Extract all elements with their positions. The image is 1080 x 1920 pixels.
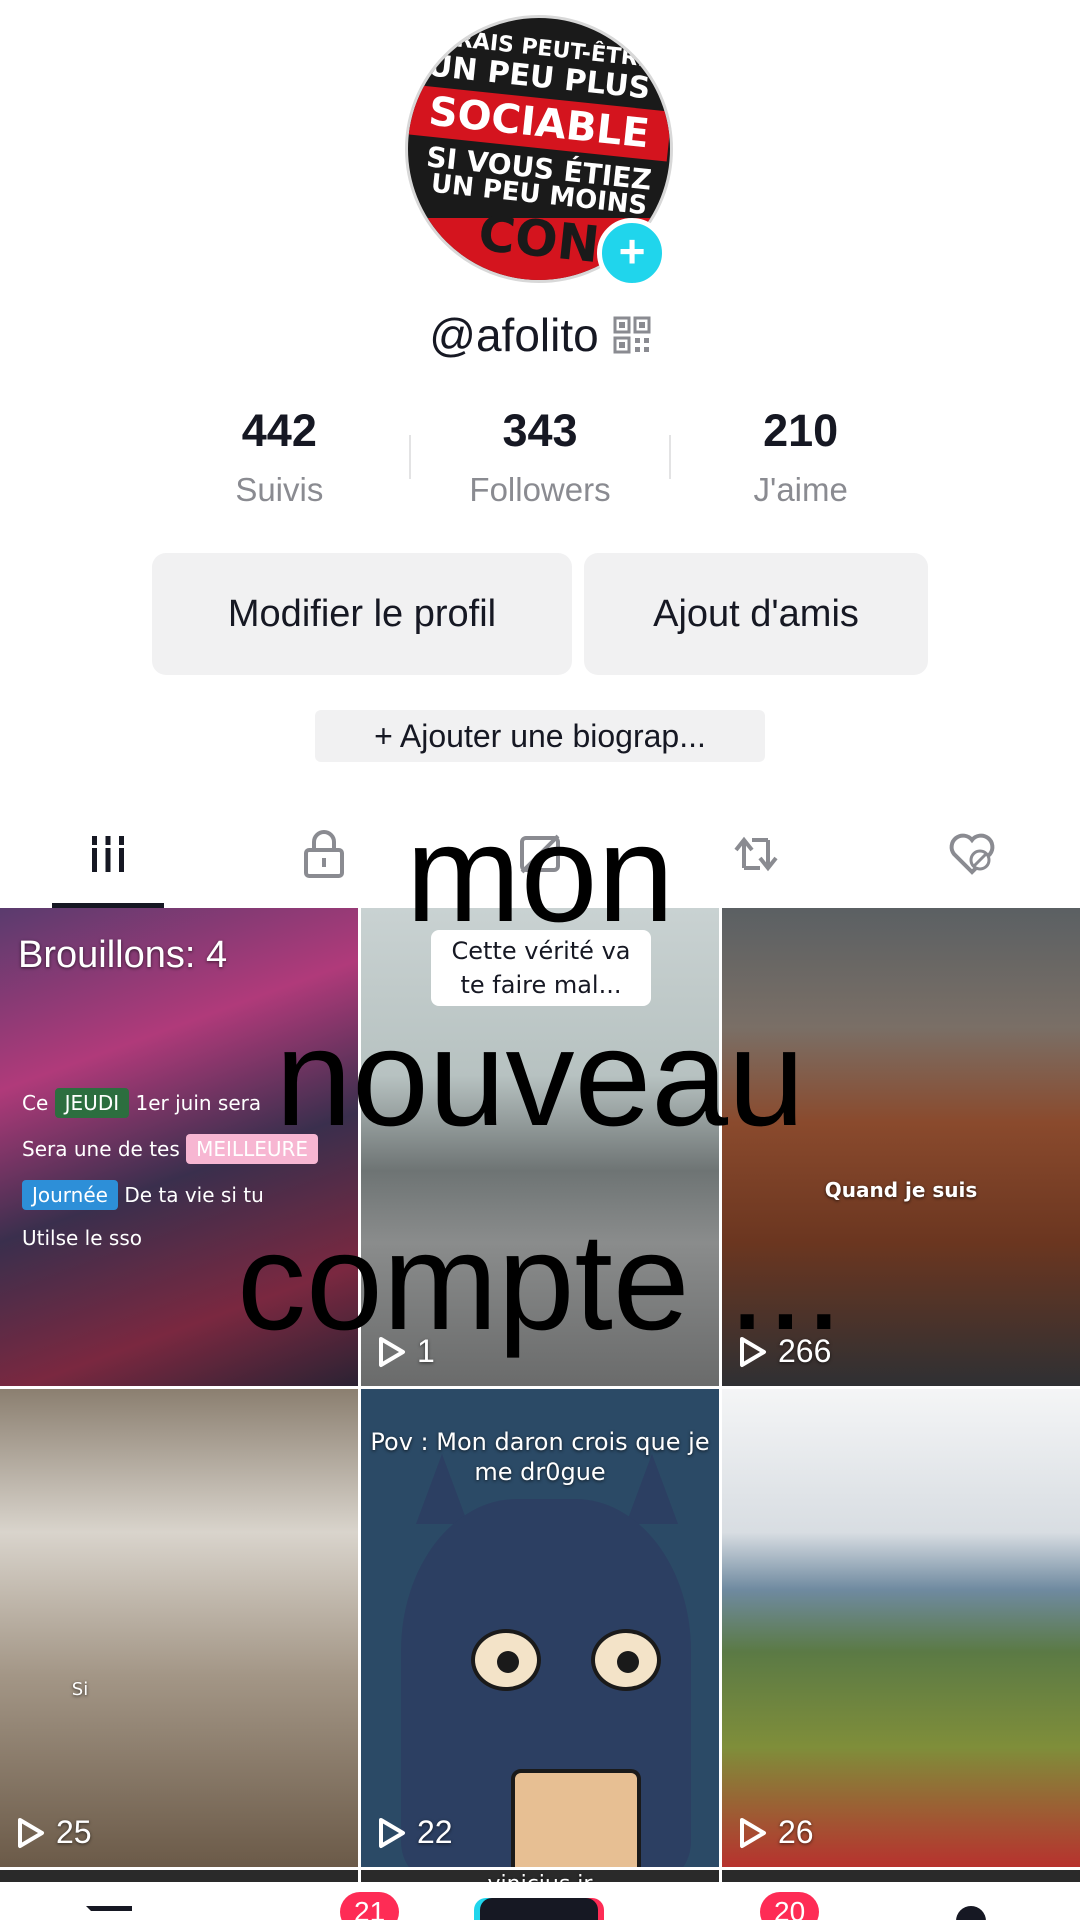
overlay-text-line: mon <box>405 797 675 951</box>
video-tile[interactable]: Si 25 <box>0 1389 358 1867</box>
play-icon <box>379 1817 405 1848</box>
create-button[interactable] <box>480 1898 598 1920</box>
add-avatar-plus-icon[interactable]: + <box>597 218 667 288</box>
video-caption: Pov : Mon daron crois que je me dr0gue <box>370 1428 710 1486</box>
stat-following[interactable]: 442 Suivis <box>150 405 409 515</box>
bottom-navigation: 21 20 <box>0 1882 1080 1920</box>
stat-likes[interactable]: 210 J'aime <box>671 405 930 515</box>
view-count-value: 22 <box>417 1814 453 1850</box>
profile-avatar[interactable]: SERAIS PEUT-ÊTRE UN PEU PLUS SOCIABLE SI… <box>405 15 673 288</box>
profile-stats: 442 Suivis 343 Followers 210 J'aime <box>150 405 930 515</box>
stat-value: 442 <box>241 405 317 456</box>
stat-label: Followers <box>469 471 611 508</box>
stat-value: 210 <box>763 405 839 456</box>
view-count: 26 <box>738 1814 814 1851</box>
stat-label: J'aime <box>753 471 848 508</box>
stat-label: Suivis <box>235 471 324 508</box>
username-row: @afolito <box>0 308 1080 362</box>
inbox-badge: 20 <box>760 1892 820 1920</box>
cartoon-eye <box>471 1629 541 1691</box>
username: @afolito <box>429 309 599 361</box>
video-tile[interactable]: 26 <box>722 1389 1080 1867</box>
stat-followers[interactable]: 343 Followers <box>411 405 670 515</box>
edit-profile-button[interactable]: Modifier le profil <box>152 553 572 675</box>
overlay-text-line: compte ... <box>237 1205 843 1359</box>
add-bio-button[interactable]: + Ajouter une biograp... <box>315 710 765 762</box>
cartoon-mouth <box>511 1769 641 1867</box>
home-icon[interactable] <box>86 1906 132 1920</box>
play-icon <box>740 1817 766 1848</box>
friends-badge: 21 <box>340 1892 400 1920</box>
view-count: 25 <box>16 1814 92 1851</box>
qr-code-icon[interactable] <box>613 316 651 354</box>
stat-value: 343 <box>502 405 578 456</box>
video-tile[interactable]: Pov : Mon daron crois que je me dr0gue 2… <box>361 1389 719 1867</box>
cartoon-eye <box>591 1629 661 1691</box>
view-count-value: 26 <box>778 1814 814 1850</box>
cartoon-face <box>401 1499 691 1867</box>
view-count: 22 <box>377 1814 453 1851</box>
overlay-text-line: nouveau <box>275 1001 805 1155</box>
video-caption: Si <box>71 1679 89 1700</box>
add-friends-button[interactable]: Ajout d'amis <box>584 553 928 675</box>
play-icon <box>18 1817 44 1848</box>
profile-icon[interactable] <box>956 1906 986 1920</box>
view-count-value: 25 <box>56 1814 92 1850</box>
story-overlay-text: mon nouveau compte ... <box>0 772 1080 1384</box>
